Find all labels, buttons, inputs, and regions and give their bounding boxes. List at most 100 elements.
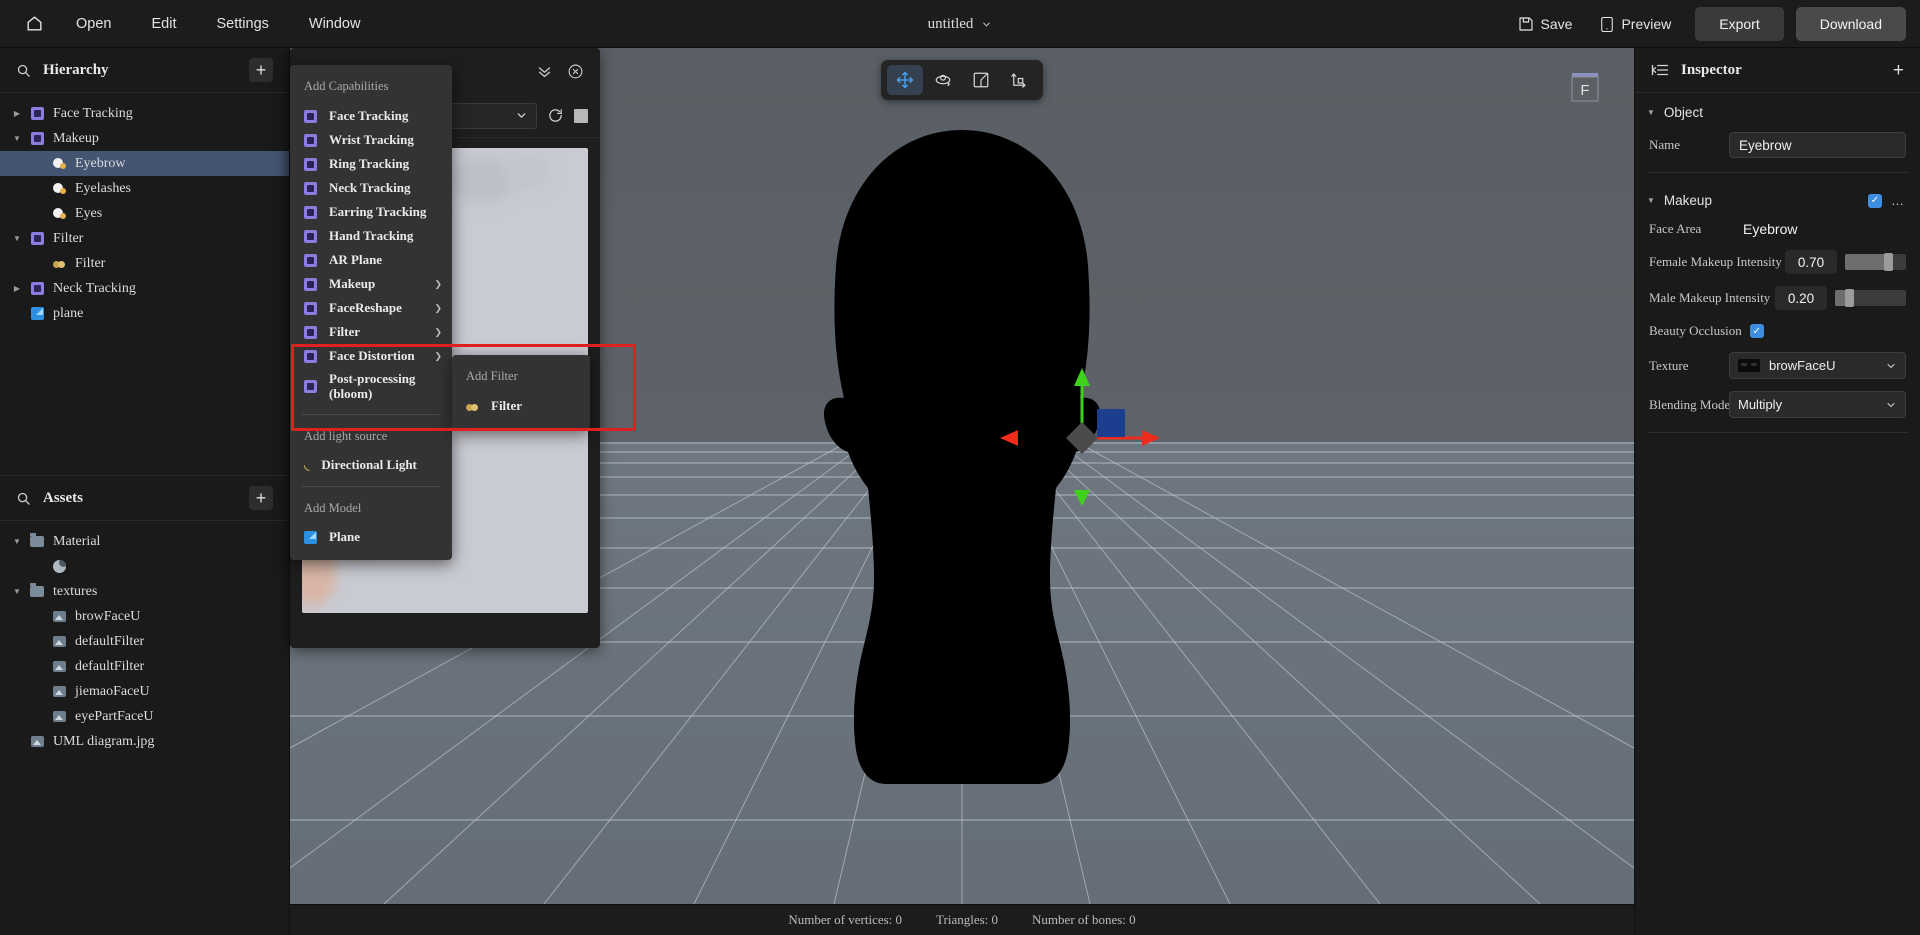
object-section-header[interactable]: ▼ Object xyxy=(1635,93,1920,126)
texture-icon xyxy=(52,686,66,697)
menu-item-wrist-tracking[interactable]: Wrist Tracking xyxy=(290,128,452,152)
submenu-item-filter[interactable]: Filter xyxy=(452,394,590,418)
save-button[interactable]: Save xyxy=(1506,9,1585,39)
search-icon[interactable] xyxy=(16,491,31,506)
tree-item-eyelashes[interactable]: Eyelashes xyxy=(0,176,289,201)
folder-icon xyxy=(30,583,44,597)
chevron-down-icon[interactable]: ▼ xyxy=(8,537,26,546)
transform-gizmo[interactable] xyxy=(964,368,1204,568)
status-bones: Number of bones: 0 xyxy=(1032,912,1136,927)
capability-icon xyxy=(304,157,317,171)
document-title-text: untitled xyxy=(927,15,974,32)
document-title-dropdown[interactable]: untitled xyxy=(928,16,993,33)
tree-item-label: Eyebrow xyxy=(75,155,126,171)
menu-open[interactable]: Open xyxy=(62,10,125,38)
menu-item-label: Face Distortion xyxy=(329,347,415,363)
chevron-double-down-icon[interactable] xyxy=(536,63,553,80)
tree-item-material-sphere[interactable] xyxy=(0,554,289,579)
tree-item-material[interactable]: ▼ Material xyxy=(0,529,289,554)
tree-item-defaultfilter[interactable]: defaultFilter xyxy=(0,654,289,679)
assets-add-button[interactable]: + xyxy=(249,486,273,510)
male-intensity-slider[interactable] xyxy=(1835,289,1906,307)
makeup-section-header[interactable]: ▼ Makeup ✓ … xyxy=(1635,181,1920,214)
texture-select[interactable]: browFaceU xyxy=(1729,352,1906,379)
close-circle-icon[interactable] xyxy=(567,63,584,80)
ellipsis-icon[interactable]: … xyxy=(1891,193,1906,208)
male-intensity-value[interactable]: 0.20 xyxy=(1775,286,1827,310)
list-icon[interactable] xyxy=(1651,62,1669,78)
tree-item-face-tracking[interactable]: ▶ Face Tracking xyxy=(0,101,289,126)
tree-item-textures[interactable]: ▼ textures xyxy=(0,579,289,604)
tree-item-browfaceu[interactable]: browFaceU xyxy=(0,604,289,629)
tree-item-neck-tracking[interactable]: ▶ Neck Tracking xyxy=(0,276,289,301)
makeup-enable-checkbox[interactable]: ✓ xyxy=(1868,193,1882,208)
tree-item-plane[interactable]: plane xyxy=(0,301,289,326)
female-intensity-value[interactable]: 0.70 xyxy=(1785,250,1837,274)
menu-divider xyxy=(302,485,440,487)
transform-tool[interactable] xyxy=(1001,65,1037,95)
chevron-down-icon xyxy=(1887,363,1895,368)
menu-item-plane[interactable]: Plane xyxy=(290,526,452,550)
move-tool[interactable] xyxy=(887,65,923,95)
tree-item-icon xyxy=(48,157,70,170)
inspector-add-button[interactable]: + xyxy=(1893,61,1904,80)
menu-edit[interactable]: Edit xyxy=(137,10,190,38)
tree-item-filter[interactable]: ▼ Filter xyxy=(0,226,289,251)
menu-item-face-distortion[interactable]: Face Distortion ❯ xyxy=(290,344,452,368)
slider-knob[interactable] xyxy=(1883,253,1893,271)
download-button[interactable]: Download xyxy=(1795,7,1906,41)
tree-item-eyebrow[interactable]: Eyebrow xyxy=(0,151,289,176)
menu-item-facereshape[interactable]: FaceReshape ❯ xyxy=(290,296,452,320)
caret-down-icon: ▼ xyxy=(1647,196,1655,205)
tree-item-label: Material xyxy=(53,533,101,549)
rotate-tool[interactable] xyxy=(925,65,961,95)
tree-item-eyes[interactable]: Eyes xyxy=(0,201,289,226)
menu-settings[interactable]: Settings xyxy=(202,10,282,38)
tree-item-icon xyxy=(48,686,70,697)
add-capabilities-menu: Add Capabilities Face Tracking Wrist Trac… xyxy=(290,65,452,560)
stop-square-icon[interactable] xyxy=(574,108,588,123)
preview-button[interactable]: Preview xyxy=(1588,9,1683,40)
tree-item-defaultfilter[interactable]: defaultFilter xyxy=(0,629,289,654)
name-label: Name xyxy=(1649,137,1681,152)
tree-item-uml-diagram-jpg[interactable]: UML diagram.jpg xyxy=(0,729,289,754)
menu-item-ring-tracking[interactable]: Ring Tracking xyxy=(290,152,452,176)
tree-item-jiemaofaceu[interactable]: jiemaoFaceU xyxy=(0,679,289,704)
menu-item-directional-light[interactable]: ◟ Directional Light xyxy=(290,454,452,478)
menu-item-makeup[interactable]: Makeup ❯ xyxy=(290,272,452,296)
menu-item-hand-tracking[interactable]: Hand Tracking xyxy=(290,224,452,248)
slider-knob[interactable] xyxy=(1845,289,1855,307)
capability-icon xyxy=(304,349,317,363)
menu-item-post-processing-bloom-[interactable]: Post-processing (bloom) xyxy=(290,368,452,406)
view-axis-gizmo[interactable]: F xyxy=(1568,70,1602,104)
search-icon[interactable] xyxy=(16,63,31,78)
tree-item-makeup[interactable]: ▼ Makeup xyxy=(0,126,289,151)
home-icon[interactable] xyxy=(12,0,56,48)
female-intensity-slider[interactable] xyxy=(1845,253,1906,271)
blending-mode-select[interactable]: Multiply xyxy=(1729,391,1906,418)
chevron-right-icon[interactable]: ▶ xyxy=(8,284,26,293)
menu-item-filter[interactable]: Filter ❯ xyxy=(290,320,452,344)
chevron-down-icon[interactable]: ▼ xyxy=(8,587,26,596)
menu-item-ar-plane[interactable]: AR Plane xyxy=(290,248,452,272)
chevron-right-icon[interactable]: ▶ xyxy=(8,109,26,118)
directional-light-icon: ◟ xyxy=(304,457,310,473)
export-button[interactable]: Export xyxy=(1695,7,1784,41)
menu-item-face-tracking[interactable]: Face Tracking xyxy=(290,104,452,128)
tree-item-eyepartfaceu[interactable]: eyePartFaceU xyxy=(0,704,289,729)
menu-item-label: FaceReshape xyxy=(329,299,402,315)
tree-item-filter[interactable]: Filter xyxy=(0,251,289,276)
beauty-occlusion-checkbox[interactable]: ✓ xyxy=(1749,324,1764,338)
refresh-icon[interactable] xyxy=(547,107,564,124)
hierarchy-add-button[interactable]: + xyxy=(249,58,273,82)
app-root: Open Edit Settings Window untitled Save … xyxy=(0,0,1920,935)
menu-item-earring-tracking[interactable]: Earring Tracking xyxy=(290,200,452,224)
capability-icon xyxy=(304,181,317,195)
chevron-down-icon[interactable]: ▼ xyxy=(8,234,26,243)
scale-tool[interactable] xyxy=(963,65,999,95)
tree-item-icon xyxy=(26,736,48,747)
menu-item-neck-tracking[interactable]: Neck Tracking xyxy=(290,176,452,200)
name-input[interactable]: Eyebrow xyxy=(1729,132,1906,158)
chevron-down-icon[interactable]: ▼ xyxy=(8,134,26,143)
menu-window[interactable]: Window xyxy=(295,10,375,38)
